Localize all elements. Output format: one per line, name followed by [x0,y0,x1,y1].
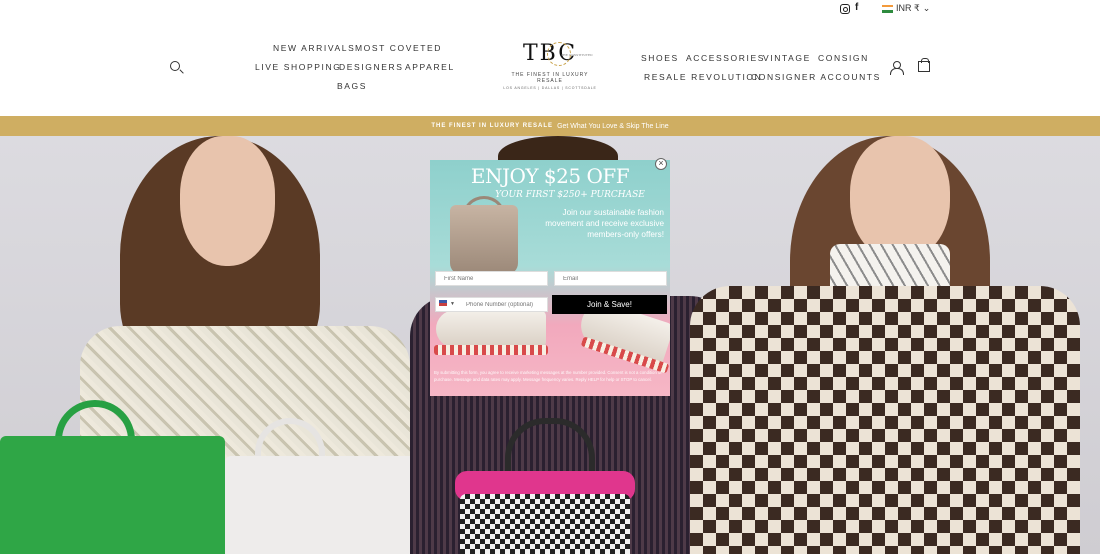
popup-fine-print: By submitting this form, you agree to re… [434,370,662,382]
instagram-icon[interactable] [840,4,850,14]
site-header: NEW ARRIVALS MOST COVETED LIVE SHOPPING … [0,18,1100,116]
nav-new-arrivals[interactable]: NEW ARRIVALS [273,43,355,53]
nav-bags[interactable]: BAGS [337,81,367,91]
popup-purse-image [450,205,518,275]
nav-consign[interactable]: CONSIGN [818,53,869,63]
nav-resale-revolution[interactable]: RESALE REVOLUTION [644,72,762,82]
site-logo[interactable]: TBC THE CONSTITUTED THE FINEST IN LUXURY… [500,42,600,98]
search-icon[interactable] [170,61,180,71]
currency-selector[interactable]: INR ₹ ⌄ [882,3,930,14]
nav-vintage[interactable]: VINTAGE [763,53,811,63]
facebook-icon[interactable]: f [855,3,858,13]
popup-subtitle: YOUR FIRST $250+ PURCHASE [495,190,645,200]
account-icon[interactable] [890,61,904,75]
nav-consigner-accounts[interactable]: CONSIGNER ACCOUNTS [751,72,881,82]
popup-shoe-image [436,310,546,348]
logo-small-text: THE CONSTITUTED [561,53,593,57]
nav-designers[interactable]: DESIGNERS [339,62,403,72]
chevron-down-icon: ⌄ [922,3,931,13]
india-flag-icon [882,4,893,13]
promo-bold: THE FINEST IN LUXURY RESALE [431,123,554,129]
nav-accessories[interactable]: ACCESSORIES [686,53,765,63]
popup-title: ENJOY $25 OFF [470,164,630,188]
nav-shoes[interactable]: SHOES [641,53,679,63]
cart-icon[interactable] [918,58,930,72]
nav-apparel[interactable]: APPAREL [405,62,455,72]
nav-live-shopping[interactable]: LIVE SHOPPING [255,62,341,72]
currency-label: INR ₹ [896,3,920,13]
popup-text: Join our sustainable fashion movement an… [545,208,664,239]
us-flag-icon[interactable] [439,300,447,306]
popup-close-button[interactable]: × [655,158,667,170]
signup-popup: ENJOY $25 OFF YOUR FIRST $250+ PURCHASE … [430,160,670,396]
utility-bar: f INR ₹ ⌄ [0,0,1100,18]
promo-text: Get What You Love & Skip The Line [557,122,669,130]
nav-most-coveted[interactable]: MOST COVETED [355,43,442,53]
popup-shoe-sole [434,345,548,355]
promo-bar[interactable]: THE FINEST IN LUXURY RESALE Get What You… [0,116,1100,136]
join-save-button[interactable]: Join & Save! [552,295,667,314]
logo-cities: LOS ANGELES | DALLAS | SCOTTSDALE [503,86,597,90]
first-name-input[interactable] [435,271,548,286]
logo-tagline: THE FINEST IN LUXURY RESALE [511,72,589,84]
chevron-down-icon[interactable]: ▼ [450,301,455,307]
email-input[interactable] [554,271,667,286]
